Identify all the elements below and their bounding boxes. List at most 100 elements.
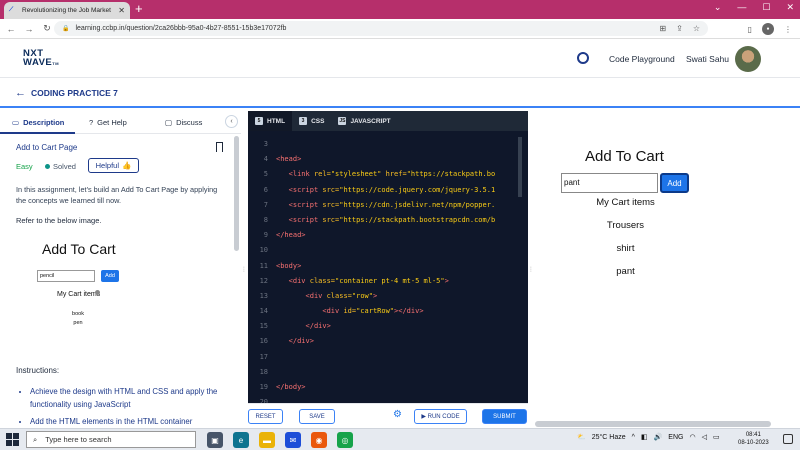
browser-tab[interactable]: ⟋ Revolutionizing the Job Market ✕ (4, 2, 130, 19)
windows-start-icon[interactable] (6, 433, 19, 446)
gear-icon[interactable]: ⚙ (393, 409, 402, 420)
star-icon[interactable]: ☆ (693, 24, 700, 33)
preview-input[interactable]: pant (561, 173, 658, 193)
install-app-icon[interactable]: ⊞ (659, 24, 666, 33)
maximize-button[interactable]: ☐ (762, 2, 770, 13)
left-scrollbar[interactable] (234, 136, 239, 251)
battery-icon[interactable]: ▭ (713, 433, 720, 441)
window-controls: ⌄ — ☐ ✕ (714, 2, 794, 13)
code-line: 8 <script src="https://stackpath.bootstr… (248, 213, 528, 228)
toolbar-right: ▯ ● ⋮ (748, 23, 792, 35)
avatar[interactable] (735, 46, 761, 72)
code-editor: 5 HTML 3 CSS JS JAVASCRIPT 3 4 <head> 5 <lin… (248, 111, 528, 403)
code-token: src= (322, 215, 340, 224)
preview-add-button[interactable]: Add (660, 173, 689, 193)
submit-button[interactable]: SUBMIT (482, 409, 527, 424)
user-name[interactable]: Swati Sahu (686, 54, 729, 64)
language-indicator[interactable]: ENG (668, 434, 683, 441)
lock-icon[interactable]: 🔒 (62, 25, 69, 32)
instructions-list: Achieve the design with HTML and CSS and… (20, 386, 220, 428)
line-number: 9 (263, 231, 268, 240)
line-number: 4 (263, 155, 268, 164)
code-area[interactable]: 3 4 <head> 5 <link rel="stylesheet" href=… (248, 137, 528, 403)
wifi-icon[interactable]: ◠ (689, 433, 695, 441)
active-tab-indicator (0, 132, 75, 134)
browser-toolbar: ← → ↻ 🔒 learning.ccbp.in/question/2ca26b… (0, 19, 800, 39)
chrome-icon[interactable]: ◎ (337, 432, 353, 448)
line-number: 11 (259, 261, 268, 270)
chevron-down-icon[interactable]: ⌄ (714, 2, 722, 13)
file-explorer-icon[interactable]: ▬ (259, 432, 275, 448)
code-token: "https://cdn.jsdelivr.net/npm/popper. (339, 200, 496, 209)
code-line: 4 <head> (248, 152, 528, 167)
mail-icon[interactable]: ✉ (285, 432, 301, 448)
taskbar-apps: ▣ e ▬ ✉ ◉ ◎ (207, 432, 353, 448)
tab-get-help[interactable]: ? Get Help (89, 118, 127, 127)
reset-button[interactable]: RESET (248, 409, 283, 424)
reload-icon[interactable]: ↻ (40, 23, 54, 34)
network-icon[interactable]: ◧ (641, 433, 648, 441)
minimize-button[interactable]: — (737, 2, 746, 13)
task-view-icon[interactable]: ▣ (207, 432, 223, 448)
forward-icon[interactable]: → (22, 24, 36, 34)
code-token: rel= (313, 170, 331, 179)
sidebar-icon[interactable]: ▯ (748, 25, 752, 34)
notification-icon[interactable] (783, 434, 793, 444)
code-line: 7 <script src="https://cdn.jsdelivr.net/… (248, 198, 528, 213)
save-button[interactable]: SAVE (299, 409, 335, 424)
clock-time: 08:41 (745, 432, 761, 438)
panel-resizer-right[interactable]: ⋮ (528, 110, 534, 428)
tab-css-label: CSS (311, 117, 325, 125)
code-playground-link[interactable]: Code Playground (609, 54, 675, 64)
code-token: href= (385, 170, 407, 179)
code-token: <script (288, 215, 323, 224)
status-dot-icon (45, 164, 50, 169)
address-bar[interactable]: 🔒 learning.ccbp.in/question/2ca26bbb-95a… (54, 21, 708, 36)
instruction-item: Achieve the design with HTML and CSS and… (30, 386, 220, 411)
profile-icon[interactable]: ● (762, 23, 774, 35)
close-window-button[interactable]: ✕ (786, 2, 794, 13)
code-line: 14 <div id="cartRow"></div> (248, 304, 528, 319)
menu-icon[interactable]: ⋮ (784, 25, 792, 34)
nxtwave-logo[interactable]: NXT WAVETM (23, 49, 59, 68)
code-line: 3 (248, 137, 528, 152)
tab-javascript[interactable]: JS JAVASCRIPT (331, 111, 397, 131)
difficulty-badge: Easy (16, 162, 33, 171)
run-code-button[interactable]: ▶ RUN CODE (414, 409, 467, 424)
editor-scrollbar[interactable] (518, 137, 522, 197)
back-arrow-icon[interactable]: ← (15, 87, 26, 99)
tab-discuss[interactable]: ▢ Discuss (165, 118, 202, 127)
tray-chevron-icon[interactable]: ^ (632, 434, 635, 441)
helpful-button[interactable]: Helpful 👍 (88, 158, 139, 173)
edge-icon[interactable]: e (233, 432, 249, 448)
speaker-icon[interactable]: ◁ (702, 433, 707, 441)
weather-text[interactable]: 25°C Haze (592, 434, 626, 441)
back-icon[interactable]: ← (4, 24, 18, 34)
practice-header: ← CODING PRACTICE 7 (0, 79, 800, 108)
tab-description[interactable]: ▭ Description (12, 118, 64, 127)
code-token: <script (288, 200, 323, 209)
preview-scrollbar[interactable] (535, 421, 771, 427)
code-line: 12 <div class="container pt-4 mt-5 ml-5"… (248, 274, 528, 289)
bookmark-icon[interactable] (216, 142, 223, 152)
code-token: <link (288, 170, 314, 179)
taskbar-search[interactable]: ⌕ Type here to search (26, 431, 196, 448)
code-token: class= (309, 276, 336, 285)
code-token: > (444, 276, 449, 285)
search-icon: ⌕ (33, 434, 38, 444)
tab-css[interactable]: 3 CSS (292, 111, 331, 131)
collapse-panel-button[interactable]: ‹ (225, 115, 238, 128)
instruction-item: Add the HTML elements in the HTML contai… (30, 416, 220, 428)
tab-html[interactable]: 5 HTML (248, 111, 293, 131)
panel-resizer-left[interactable]: ⋮ (241, 110, 247, 428)
address-bar-icons: ⊞ ⇪ ☆ (659, 24, 700, 33)
taskbar-clock[interactable]: 08:41 08-10-2023 (738, 431, 769, 447)
volume-icon[interactable]: 🔊 (654, 433, 663, 441)
new-tab-button[interactable]: + (135, 1, 143, 16)
close-tab-icon[interactable]: ✕ (118, 6, 125, 15)
code-token: src= (322, 185, 340, 194)
timer-icon[interactable] (577, 52, 589, 64)
firefox-icon[interactable]: ◉ (311, 432, 327, 448)
weather-icon[interactable]: ⛅ (577, 433, 586, 441)
share-icon[interactable]: ⇪ (676, 24, 683, 33)
